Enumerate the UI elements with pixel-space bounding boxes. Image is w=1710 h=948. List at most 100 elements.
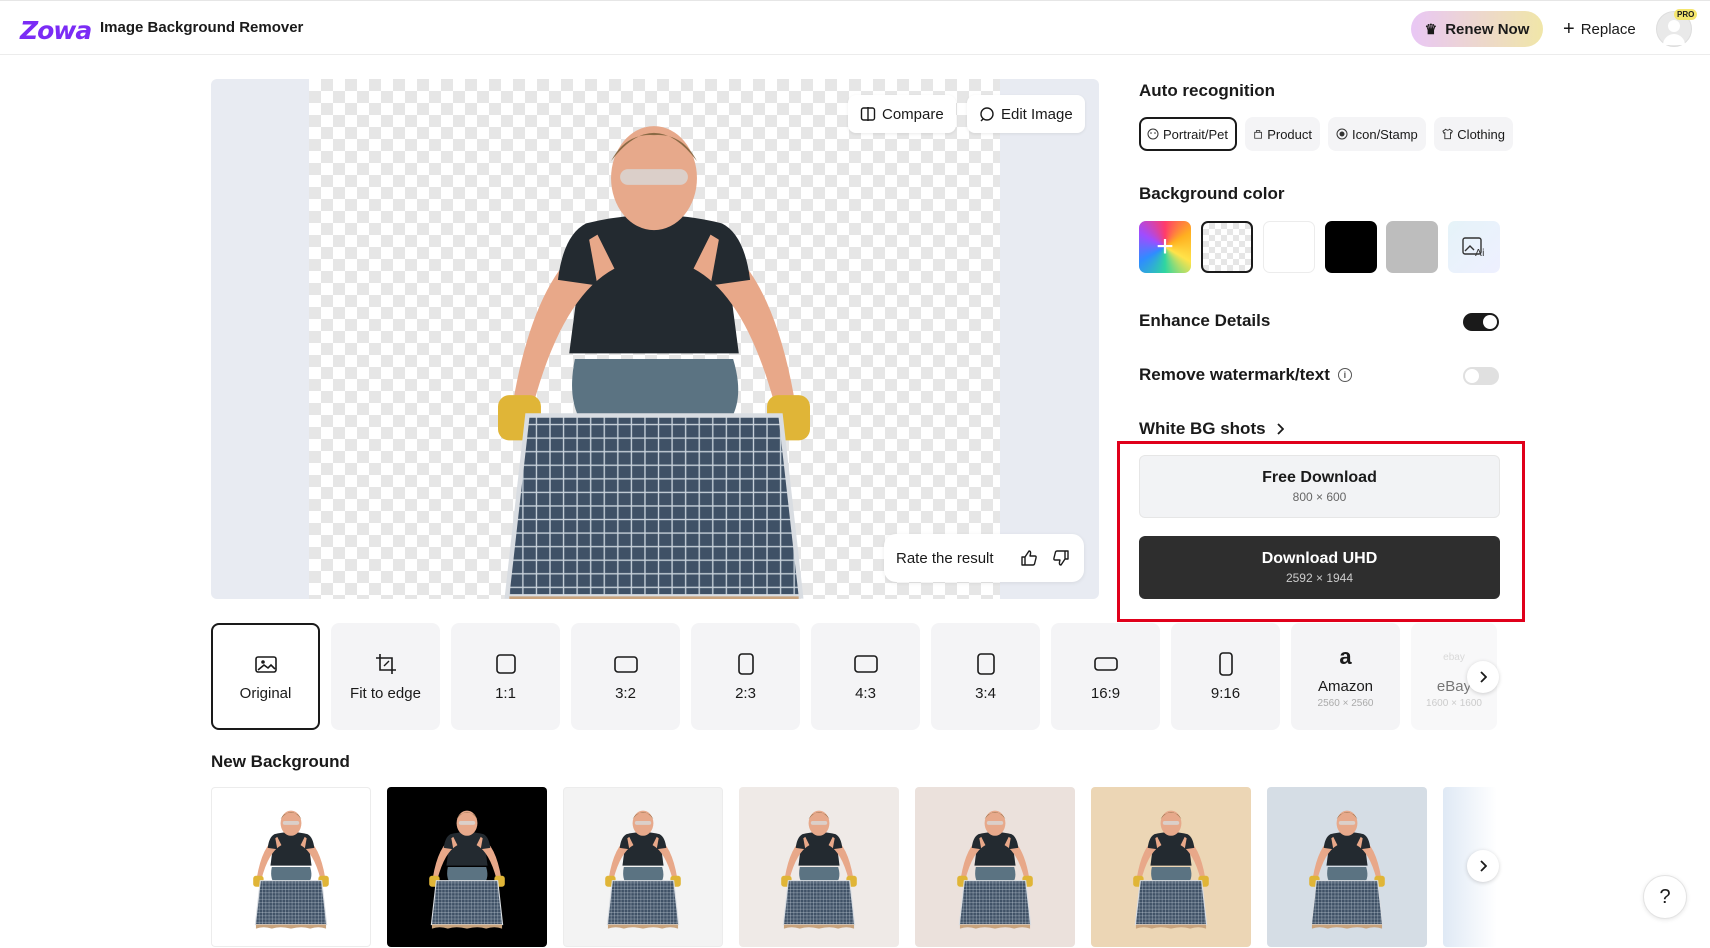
- gray-swatch[interactable]: [1386, 221, 1438, 273]
- chip-clothing[interactable]: Clothing: [1434, 117, 1513, 151]
- chip-label: Clothing: [1457, 126, 1505, 142]
- aspect-original[interactable]: Original: [211, 623, 320, 730]
- aspect-3-2[interactable]: 3:2: [571, 623, 680, 730]
- aspect-label: 3:2: [615, 685, 636, 702]
- renew-now-label: Renew Now: [1445, 20, 1530, 38]
- product-icon: [1254, 130, 1262, 139]
- free-download-title: Free Download: [1262, 469, 1377, 486]
- chevron-right-icon: [1480, 860, 1487, 872]
- aspect-3-4[interactable]: 3:4: [931, 623, 1040, 730]
- subject-thumbnail: [764, 804, 874, 930]
- aspect-2-3[interactable]: 2:3: [691, 623, 800, 730]
- aspect-label: 2:3: [735, 685, 756, 702]
- remove-watermark-toggle[interactable]: [1463, 367, 1499, 385]
- amazon-icon: a: [1339, 644, 1352, 669]
- chip-icon-stamp[interactable]: Icon/Stamp: [1328, 117, 1426, 151]
- bg-tile-beige[interactable]: [915, 787, 1075, 947]
- chip-label: Product: [1267, 126, 1312, 142]
- bg-tile-tan[interactable]: [1091, 787, 1251, 947]
- thumbs-down-icon[interactable]: [1050, 547, 1072, 569]
- transparent-swatch[interactable]: [1201, 221, 1253, 273]
- ai-background-swatch[interactable]: Ai: [1448, 221, 1500, 273]
- white-bg-shots-link[interactable]: White BG shots: [1139, 419, 1284, 439]
- white-bg-shots-label: White BG shots: [1139, 419, 1266, 438]
- landscape-icon: [853, 655, 878, 673]
- image-icon: [254, 656, 277, 673]
- aspect-4-3[interactable]: 4:3: [811, 623, 920, 730]
- aspect-9-16[interactable]: 9:16: [1171, 623, 1280, 730]
- download-uhd-size: 2592 × 1944: [1285, 571, 1354, 585]
- crown-icon: ♛: [1424, 20, 1438, 37]
- edit-image-button[interactable]: Edit Image: [967, 95, 1085, 133]
- black-swatch[interactable]: [1325, 221, 1377, 273]
- renew-now-button[interactable]: ♛ Renew Now: [1411, 11, 1543, 47]
- help-button[interactable]: ?: [1643, 875, 1687, 919]
- thumbs-up-icon[interactable]: [1018, 547, 1040, 569]
- aspect-size: 1600 × 1600: [1426, 698, 1482, 709]
- ebay-icon: ebay: [1443, 651, 1465, 663]
- image-preview: [211, 79, 1099, 599]
- bg-tile-light-gray[interactable]: [563, 787, 723, 947]
- crop-icon: [375, 654, 396, 674]
- bg-tile-white[interactable]: [211, 787, 371, 947]
- aspect-size: 2560 × 2560: [1317, 698, 1374, 709]
- info-icon[interactable]: i: [1337, 368, 1352, 382]
- subject-thumbnail: [1292, 804, 1402, 930]
- aspect-label: Amazon: [1317, 678, 1374, 695]
- chip-portrait-pet[interactable]: Portrait/Pet: [1139, 117, 1237, 151]
- subject-thumbnail: [1116, 804, 1226, 930]
- white-swatch[interactable]: [1263, 221, 1315, 273]
- aspect-label: 16:9: [1090, 685, 1121, 702]
- edit-image-label: Edit Image: [1001, 105, 1073, 123]
- chip-label: Icon/Stamp: [1352, 126, 1418, 142]
- free-download-button[interactable]: Free Download 800 × 600: [1139, 455, 1500, 518]
- compare-label: Compare: [882, 105, 944, 123]
- aspect-1-1[interactable]: 1:1: [451, 623, 560, 730]
- new-background-heading: New Background: [211, 752, 350, 771]
- app-title: Image Background Remover: [100, 19, 304, 36]
- tall-icon: [1218, 652, 1233, 676]
- rate-result-label: Rate the result: [896, 549, 994, 567]
- background-next-button[interactable]: [1467, 850, 1499, 882]
- aspect-label: Original: [239, 685, 292, 702]
- chip-label: Portrait/Pet: [1163, 126, 1229, 142]
- svg-text:Ai: Ai: [1475, 248, 1485, 258]
- compare-button[interactable]: Compare: [848, 95, 956, 133]
- aspect-amazon[interactable]: a Amazon 2560 × 2560: [1291, 623, 1400, 730]
- ai-image-icon: Ai: [1462, 237, 1485, 258]
- subject-image: [344, 99, 964, 599]
- aspect-fit-to-edge[interactable]: Fit to edge: [331, 623, 440, 730]
- transparent-canvas: [309, 79, 1000, 599]
- auto-recognition-heading: Auto recognition: [1139, 81, 1275, 100]
- edit-icon: [980, 107, 994, 122]
- subject-thumbnail: [588, 804, 698, 930]
- bg-tile-black[interactable]: [387, 787, 547, 947]
- custom-color-swatch[interactable]: +: [1139, 221, 1191, 273]
- aspect-label: 9:16: [1210, 685, 1241, 702]
- stamp-icon: [1336, 128, 1348, 140]
- background-color-heading: Background color: [1139, 184, 1285, 203]
- chip-product[interactable]: Product: [1245, 117, 1320, 151]
- replace-button[interactable]: + Replace: [1563, 15, 1636, 43]
- enhance-details-toggle[interactable]: [1463, 313, 1499, 331]
- wide-icon: [1093, 657, 1118, 671]
- bg-tile-warm-gray[interactable]: [739, 787, 899, 947]
- aspect-label: Fit to edge: [350, 685, 421, 702]
- download-uhd-button[interactable]: Download UHD 2592 × 1944: [1139, 536, 1500, 599]
- clothing-icon: [1442, 128, 1453, 140]
- aspect-label: eBay: [1436, 678, 1472, 695]
- remove-watermark-label: Remove watermark/text: [1139, 365, 1330, 384]
- aspect-label: 3:4: [975, 685, 996, 702]
- chevron-right-icon: [1276, 423, 1284, 435]
- plus-icon: +: [1563, 18, 1575, 40]
- landscape-icon: [613, 656, 638, 673]
- square-icon: [495, 654, 516, 674]
- enhance-details-label: Enhance Details: [1139, 311, 1271, 330]
- plus-icon: +: [1156, 230, 1174, 263]
- aspect-next-button[interactable]: [1467, 661, 1499, 693]
- aspect-16-9[interactable]: 16:9: [1051, 623, 1160, 730]
- chevron-right-icon: [1480, 671, 1487, 683]
- app-logo[interactable]: Zowa: [20, 16, 92, 45]
- bg-tile-blue-gray[interactable]: [1267, 787, 1427, 947]
- rate-result-box: Rate the result: [884, 534, 1084, 582]
